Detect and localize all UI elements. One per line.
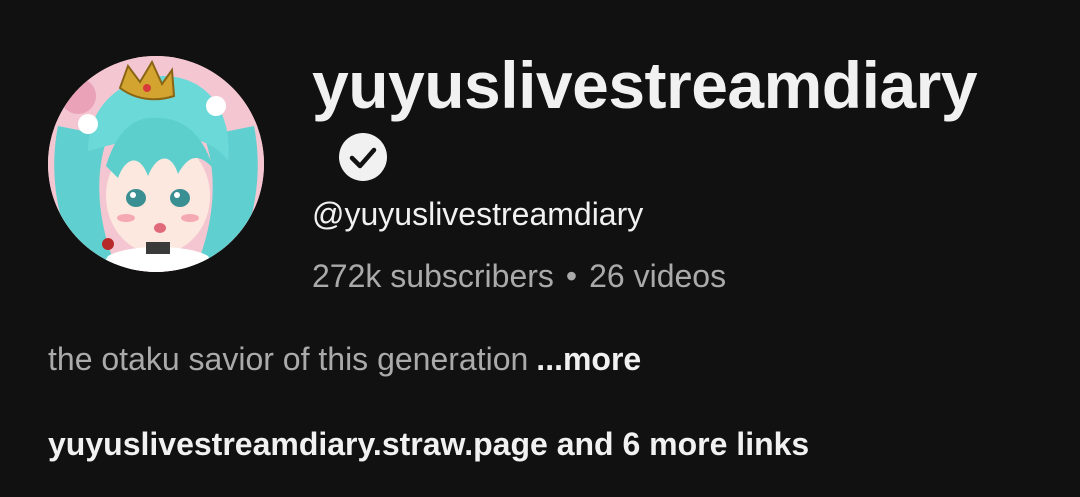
subscriber-count: 272k subscribers xyxy=(312,258,554,294)
verified-check-icon xyxy=(339,133,387,181)
channel-description[interactable]: the otaku savior of this generation ...mo… xyxy=(48,343,641,375)
channel-stats: 272k subscribers • 26 videos xyxy=(312,260,726,292)
channel-avatar[interactable] xyxy=(48,56,264,272)
channel-links[interactable]: yuyuslivestreamdiary.straw.page and 6 mo… xyxy=(48,428,809,460)
video-count: 26 videos xyxy=(589,258,727,294)
more-button[interactable]: ...more xyxy=(536,341,641,377)
description-text: the otaku savior of this generation xyxy=(48,341,529,377)
stats-separator: • xyxy=(565,258,578,294)
anime-character-avatar-icon xyxy=(48,56,264,272)
channel-name: yuyuslivestreamdiary xyxy=(312,48,978,122)
channel-handle: @yuyuslivestreamdiary xyxy=(312,196,644,232)
channel-header: yuyuslivestreamdiary @yuyuslivestreamdia… xyxy=(0,0,1080,497)
